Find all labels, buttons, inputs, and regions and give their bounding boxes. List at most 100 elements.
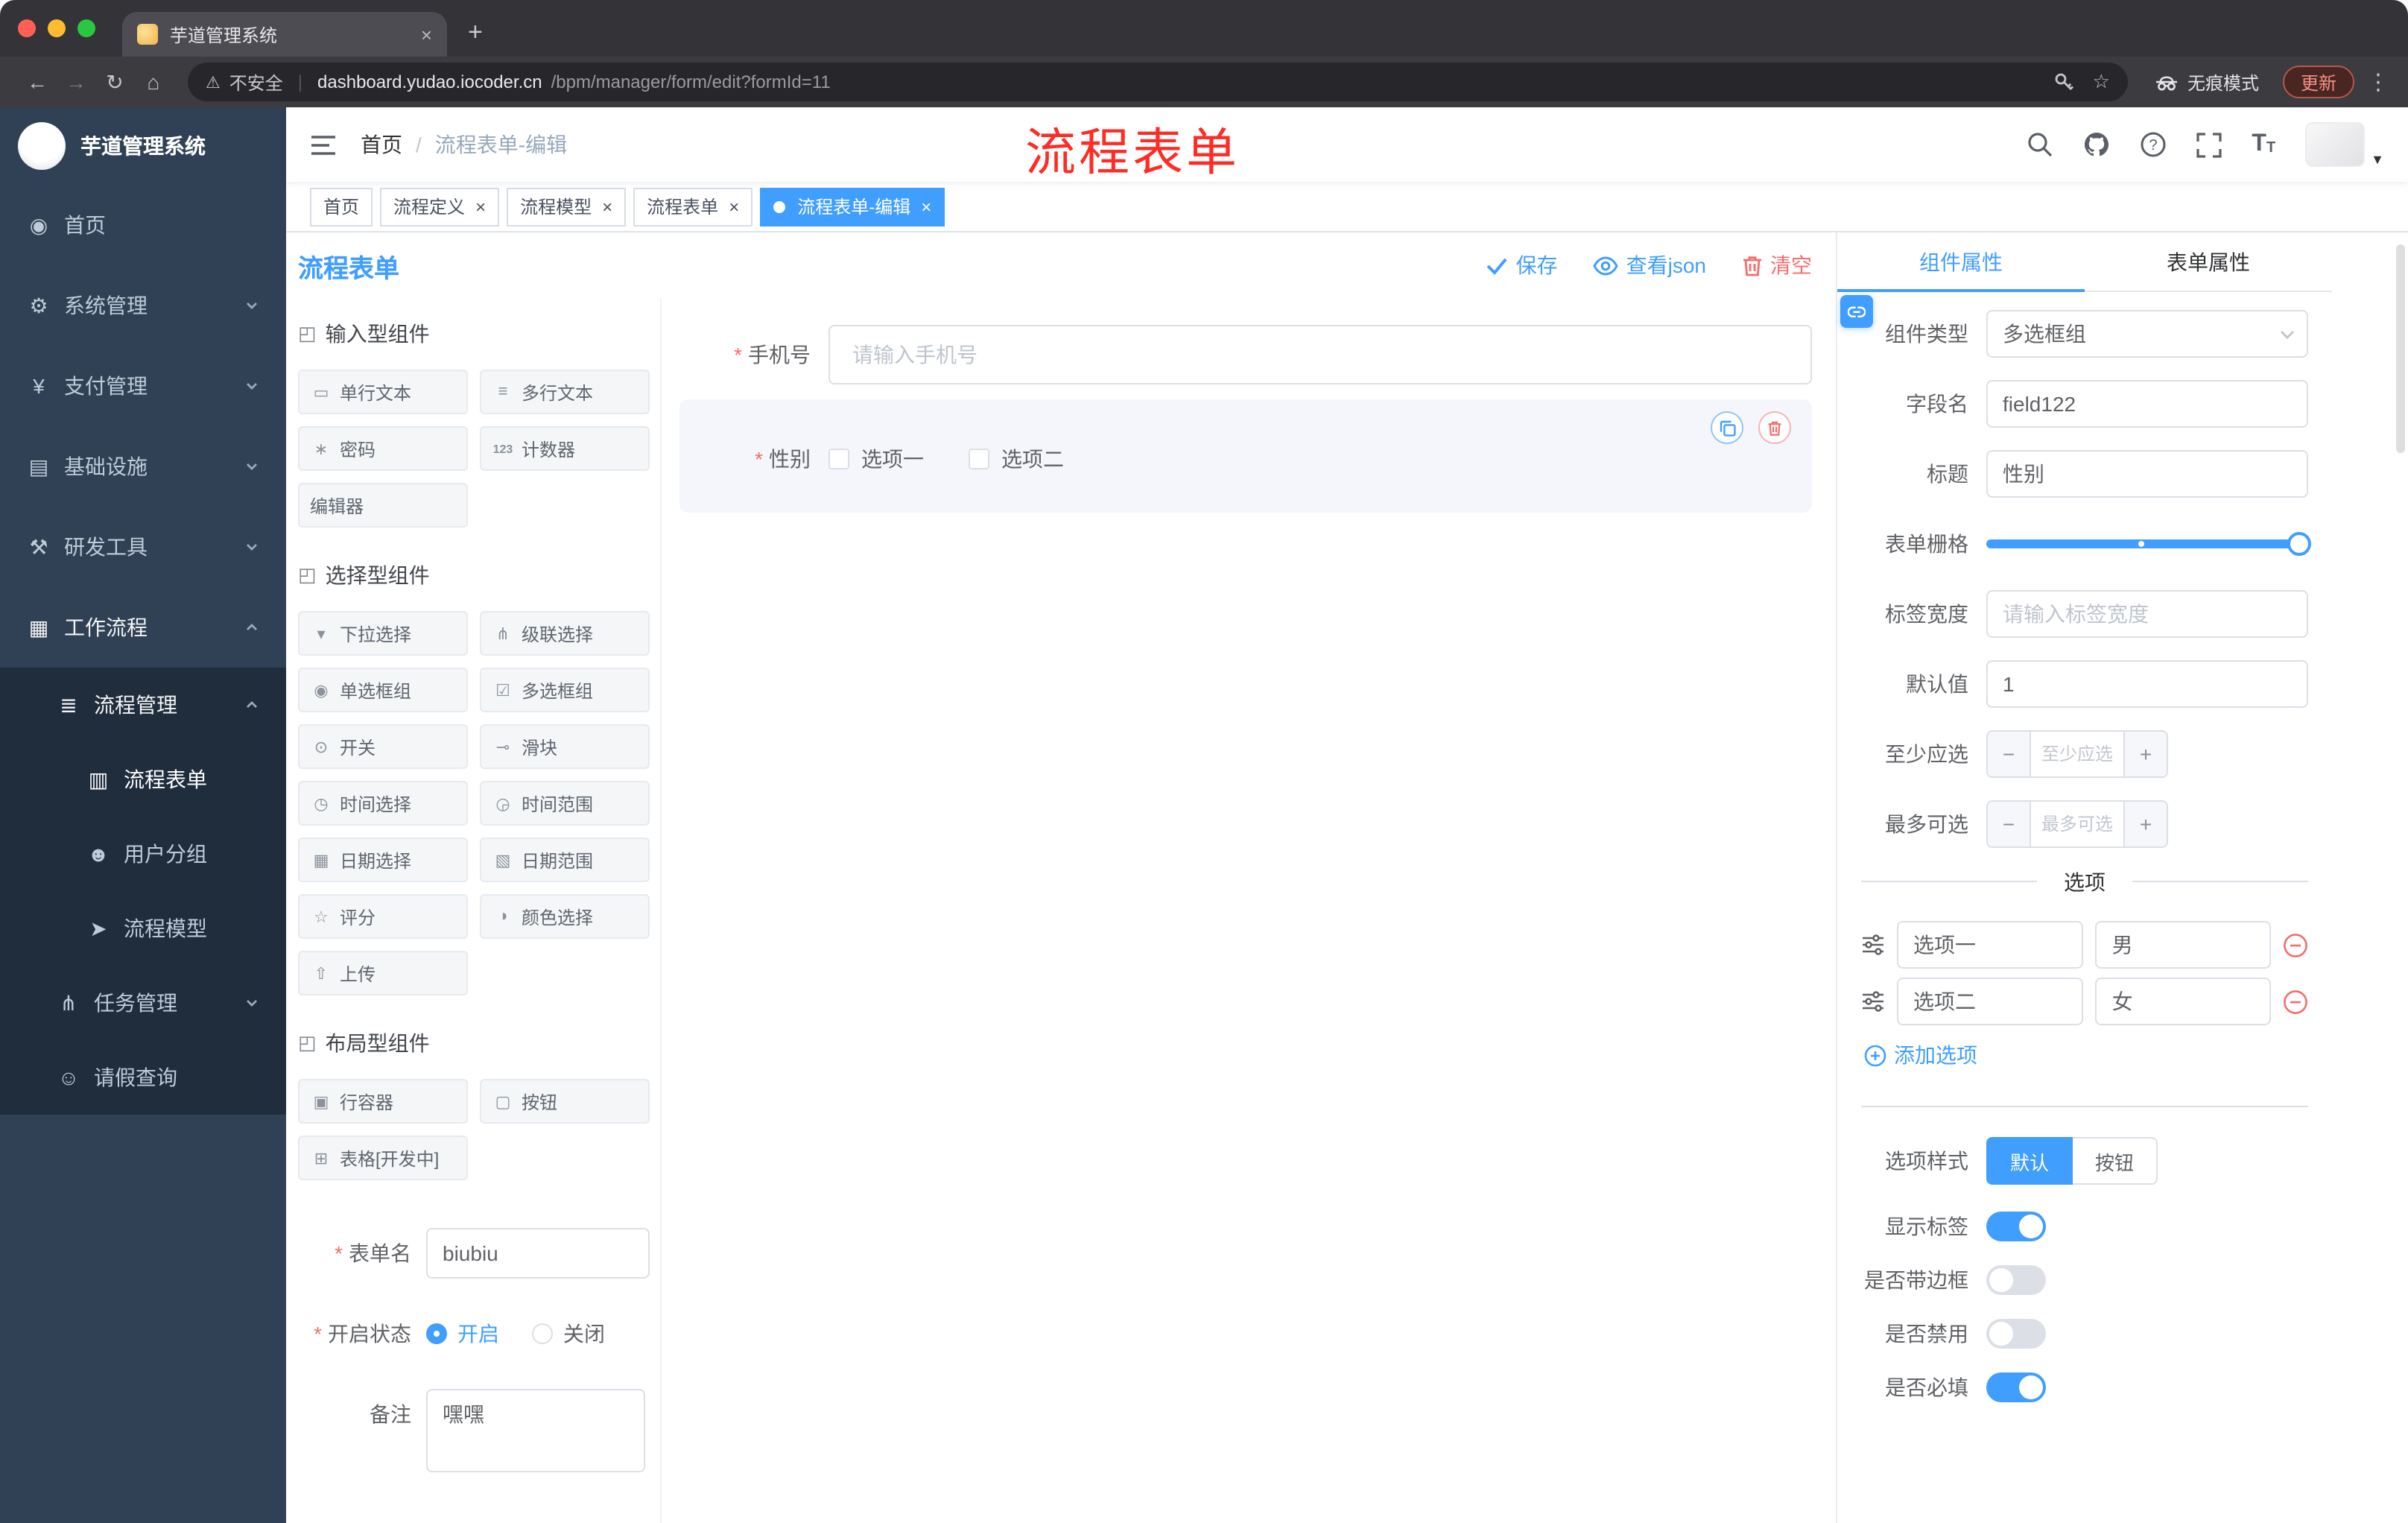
border-toggle[interactable] [1986, 1265, 2046, 1295]
browser-menu-icon[interactable]: ⋮ [2366, 69, 2390, 95]
status-off-radio[interactable]: 关闭 [532, 1319, 605, 1349]
form-name-input[interactable] [426, 1228, 650, 1279]
tag-close-icon[interactable]: × [475, 196, 486, 217]
component-button[interactable]: ▢ 按钮 [480, 1079, 650, 1124]
tag-close-icon[interactable]: × [729, 196, 739, 217]
reload-icon[interactable]: ↻ [95, 69, 134, 95]
tag-process-definition[interactable]: 流程定义 × [380, 187, 500, 226]
delete-component-button[interactable] [1758, 411, 1791, 444]
sidebar-item-user-group[interactable]: ☻ 用户分组 [0, 817, 286, 891]
disabled-toggle[interactable] [1986, 1319, 2046, 1349]
component-dropdown[interactable]: ▾ 下拉选择 [298, 611, 468, 656]
status-on-radio[interactable]: 开启 [426, 1319, 499, 1349]
grid-slider[interactable] [1986, 520, 2311, 568]
remark-textarea[interactable]: 嘿嘿 [426, 1389, 645, 1472]
sidebar-item-system[interactable]: ⚙ 系统管理 [0, 265, 286, 346]
sidebar-item-process-management[interactable]: ≣ 流程管理 [0, 668, 286, 742]
required-toggle[interactable] [1986, 1372, 2046, 1402]
not-secure-icon[interactable]: ⚠ [206, 72, 221, 92]
phone-input[interactable] [828, 325, 1812, 384]
minimize-window-button[interactable] [48, 19, 66, 37]
component-editor[interactable]: 编辑器 [298, 483, 468, 528]
component-time-picker[interactable]: ◷ 时间选择 [298, 781, 468, 826]
component-date-picker[interactable]: ▦ 日期选择 [298, 838, 468, 882]
sidebar-item-payment[interactable]: ¥ 支付管理 [0, 346, 286, 426]
component-color-picker[interactable]: ◑ 颜色选择 [480, 894, 650, 939]
component-row-container[interactable]: ▣ 行容器 [298, 1079, 468, 1124]
min-select-input[interactable] [2031, 732, 2123, 776]
copy-component-button[interactable] [1711, 411, 1743, 444]
github-icon[interactable] [2083, 131, 2110, 158]
sidebar-item-task-management[interactable]: ⋔ 任务管理 [0, 966, 286, 1040]
label-width-input[interactable] [1986, 590, 2308, 638]
drag-handle-icon[interactable] [1861, 991, 1885, 1012]
remove-option-button[interactable] [2283, 989, 2308, 1014]
forward-icon[interactable]: → [57, 70, 95, 94]
gender-option-1[interactable]: 选项一 [828, 444, 924, 474]
form-canvas[interactable]: 手机号 [662, 298, 1836, 1523]
tag-close-icon[interactable]: × [602, 196, 612, 217]
component-switch[interactable]: ⊙ 开关 [298, 724, 468, 769]
sidebar-item-workflow[interactable]: ▦ 工作流程 [0, 587, 286, 668]
slider-handle[interactable] [2287, 532, 2311, 556]
close-window-button[interactable] [18, 19, 36, 37]
style-button-button[interactable]: 按钮 [2073, 1137, 2158, 1185]
sidebar-logo[interactable]: 芋道管理系统 [0, 107, 286, 185]
clear-button[interactable]: 清空 [1742, 250, 1812, 280]
drag-handle-icon[interactable] [1861, 934, 1885, 955]
component-type-select[interactable]: 多选框组 [1986, 310, 2308, 358]
plus-button[interactable]: + [2123, 802, 2167, 846]
help-icon[interactable]: ? [2140, 131, 2167, 158]
component-time-range[interactable]: ◶ 时间范围 [480, 781, 650, 826]
style-default-button[interactable]: 默认 [1986, 1137, 2073, 1185]
view-json-button[interactable]: 查看json [1593, 250, 1706, 280]
fullscreen-icon[interactable] [2196, 132, 2222, 157]
option-value-input[interactable] [2095, 921, 2271, 969]
option-value-input[interactable] [2095, 978, 2271, 1025]
field-name-input[interactable] [1986, 380, 2308, 428]
remove-option-button[interactable] [2283, 932, 2308, 957]
tag-process-form[interactable]: 流程表单 × [633, 187, 753, 226]
component-password[interactable]: ∗ 密码 [298, 426, 468, 471]
tab-component-props[interactable]: 组件属性 [1837, 232, 2085, 292]
plus-button[interactable]: + [2123, 732, 2167, 776]
component-cascader[interactable]: ⋔ 级联选择 [480, 611, 650, 656]
scrollbar-thumb[interactable] [2396, 244, 2405, 453]
phone-field-row[interactable]: 手机号 [679, 325, 1812, 384]
minus-button[interactable]: − [1988, 732, 2031, 776]
url-box[interactable]: ⚠ 不安全 | dashboard.yudao.iocoder.cn /bpm/… [188, 63, 2128, 101]
sidebar-item-leave-query[interactable]: ☺ 请假查询 [0, 1040, 286, 1115]
tag-close-icon[interactable]: × [921, 196, 931, 217]
font-size-icon[interactable]: TT [2252, 132, 2275, 156]
component-upload[interactable]: ⇧ 上传 [298, 951, 468, 995]
selected-gender-component[interactable]: 性别 选项一 选项二 [679, 399, 1812, 513]
sidebar-item-process-form[interactable]: ▥ 流程表单 [0, 742, 286, 817]
option-label-input[interactable] [1897, 921, 2084, 969]
tag-home[interactable]: 首页 [310, 187, 373, 226]
option-label-input[interactable] [1897, 978, 2084, 1025]
add-option-button[interactable]: 添加选项 [1864, 1040, 2308, 1070]
component-radio-group[interactable]: ◉ 单选框组 [298, 668, 468, 712]
component-checkbox-group[interactable]: ☑ 多选框组 [480, 668, 650, 712]
component-counter[interactable]: 123 计数器 [480, 426, 650, 471]
search-icon[interactable] [2027, 131, 2053, 158]
hamburger-icon[interactable] [310, 133, 337, 156]
component-rate[interactable]: ☆ 评分 [298, 894, 468, 939]
title-input[interactable] [1986, 450, 2308, 498]
slider-track[interactable] [1986, 532, 2311, 556]
update-button[interactable]: 更新 [2282, 66, 2354, 98]
max-select-input[interactable] [2031, 802, 2123, 846]
default-value-input[interactable] [1986, 660, 2308, 708]
bookmark-star-icon[interactable]: ☆ [2093, 70, 2110, 94]
key-icon[interactable] [2054, 72, 2075, 92]
sidebar-item-process-model[interactable]: ➤ 流程模型 [0, 891, 286, 966]
component-slider[interactable]: ⊸ 滑块 [480, 724, 650, 769]
component-multi-line-text[interactable]: ≡ 多行文本 [480, 370, 650, 414]
minus-button[interactable]: − [1988, 802, 2031, 846]
browser-tab[interactable]: 芋道管理系统 × [122, 12, 447, 57]
new-tab-button[interactable]: + [468, 9, 483, 57]
sidebar-item-devtools[interactable]: ⚒ 研发工具 [0, 507, 286, 587]
show-label-toggle[interactable] [1986, 1212, 2046, 1241]
back-icon[interactable]: ← [18, 70, 57, 94]
sidebar-item-infrastructure[interactable]: ▤ 基础设施 [0, 426, 286, 507]
